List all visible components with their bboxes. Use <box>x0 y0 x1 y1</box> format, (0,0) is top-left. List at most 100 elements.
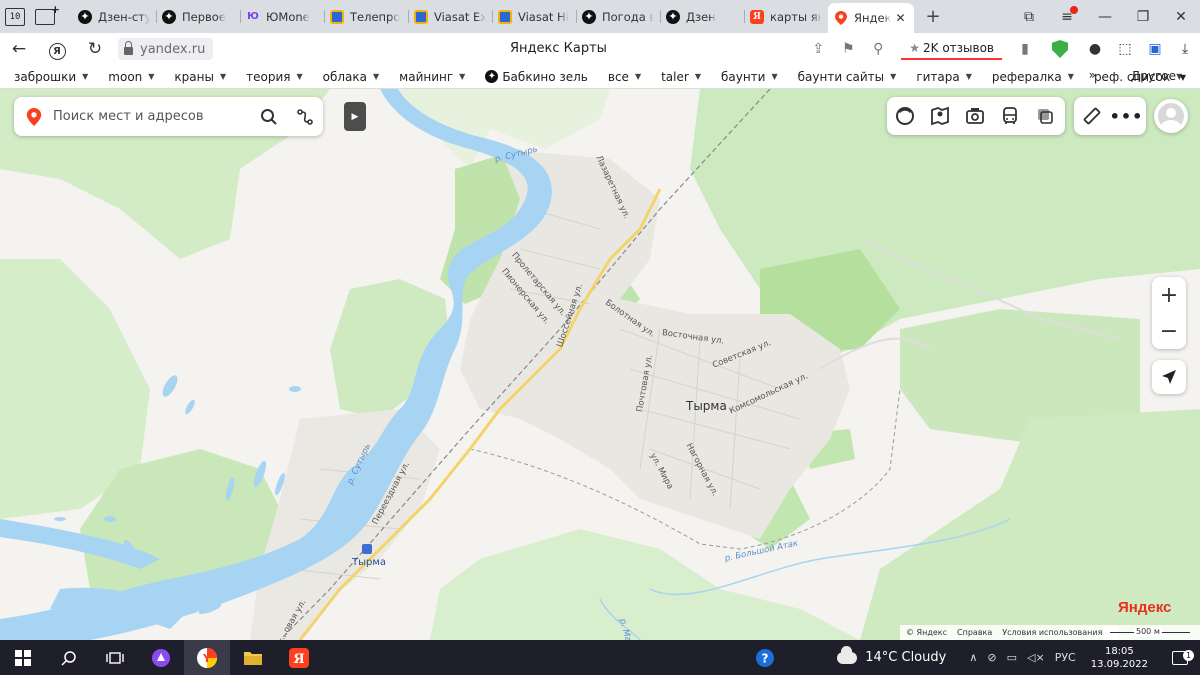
task-view-icon <box>106 651 124 664</box>
page-title: Яндекс Карты <box>510 41 607 56</box>
reviews-button[interactable]: ★ 2K отзывов <box>901 38 1002 60</box>
bookmark-folder[interactable]: облака ▼ <box>323 70 380 84</box>
route-icon[interactable] <box>287 97 323 136</box>
transport-button[interactable] <box>992 97 1027 135</box>
chevron-down-icon: ▼ <box>1067 72 1074 81</box>
share-icon[interactable]: ⇪ <box>803 41 833 57</box>
map-mode-icon <box>1037 109 1053 124</box>
menu-icon[interactable]: ≡ <box>1048 5 1086 25</box>
tab-dzen[interactable]: ✦ Дзен <box>660 4 744 29</box>
address-bar-actions: ⇪ ⚑ ⚲ ★ 2K отзывов ▮ ● ⬚ ▣ ⤓ <box>803 33 1200 65</box>
bookmark-folder[interactable]: taler ▼ <box>661 70 701 84</box>
start-button[interactable] <box>0 640 46 675</box>
yandex-logo[interactable]: Яндекс <box>1118 599 1171 616</box>
bookmark-folder[interactable]: теория ▼ <box>246 70 303 84</box>
chevron-up-icon[interactable]: ∧ <box>969 651 977 664</box>
bookmark-icon[interactable]: ▮ <box>1010 41 1040 57</box>
map-pin-icon <box>26 107 42 126</box>
panorama-button[interactable] <box>922 97 957 135</box>
tab-teleprogramma[interactable]: Телепро <box>324 4 408 29</box>
zoom-out-button[interactable]: − <box>1152 313 1186 349</box>
sidebar-toggle-button[interactable]: ▶ <box>344 102 366 131</box>
chevron-down-icon: ▼ <box>965 72 972 81</box>
terms-link[interactable]: Условия использования <box>1002 628 1102 637</box>
tab-pogoda[interactable]: ✦ Погода в <box>576 4 660 29</box>
new-tab-group-button[interactable] <box>30 0 60 33</box>
star-icon: ★ <box>909 41 920 55</box>
bookmark-folder[interactable]: майнинг ▼ <box>399 70 465 84</box>
close-window-button[interactable]: ✕ <box>1162 9 1200 25</box>
help-link[interactable]: Справка <box>957 628 992 637</box>
network-icon[interactable]: ⊘ <box>987 651 996 664</box>
tv-icon <box>330 9 344 24</box>
other-bookmarks[interactable]: Другое ▼ <box>1131 69 1186 83</box>
extension-balls-icon[interactable]: ● <box>1080 41 1110 57</box>
reload-button[interactable]: ↻ <box>76 39 114 59</box>
search-box[interactable]: Поиск мест и адресов <box>14 97 323 136</box>
bookmark-folder[interactable]: гитара ▼ <box>916 70 972 84</box>
location-icon[interactable]: ⚲ <box>863 41 893 57</box>
search-icon[interactable] <box>251 97 287 136</box>
bookmark-folder[interactable]: все ▼ <box>608 70 641 84</box>
volume-icon[interactable]: ◁× <box>1027 651 1045 664</box>
tab-karty-yandex[interactable]: Якарты ян <box>744 4 828 29</box>
tab-yoomoney[interactable]: Ю ЮMone <box>240 4 324 29</box>
new-tab-button[interactable]: + <box>920 6 946 27</box>
zoom-in-button[interactable]: + <box>1152 277 1186 313</box>
protect-icon[interactable]: ⚑ <box>833 41 863 57</box>
bookmark-link[interactable]: ✦ Бабкино зель <box>485 70 588 84</box>
chevron-down-icon: ▼ <box>219 72 227 81</box>
bookmark-folder[interactable]: moon ▼ <box>108 70 154 84</box>
more-button[interactable]: ••• <box>1109 97 1144 135</box>
clock[interactable]: 18:05 13.09.2022 <box>1091 645 1148 671</box>
minimize-button[interactable]: — <box>1086 9 1124 25</box>
svg-text:Y: Y <box>202 652 212 665</box>
tab-viasat-explore[interactable]: Viasat Ex <box>408 4 492 29</box>
dzen-icon: ✦ <box>78 9 92 24</box>
close-tab-icon[interactable]: ✕ <box>895 11 905 25</box>
tab-dzen-studio[interactable]: ✦ Дзен-сту <box>72 4 156 29</box>
tab-yandex-maps-active[interactable]: Яндек ✕ <box>828 3 914 33</box>
map-mode-button[interactable] <box>1027 97 1062 135</box>
yandex-home-button[interactable]: Я <box>38 39 76 60</box>
alice-button[interactable] <box>138 640 184 675</box>
map-canvas[interactable]: Лазаретная ул. Пролетарская ул. Пионерск… <box>0 89 1200 640</box>
restore-button[interactable]: ❐ <box>1124 9 1162 25</box>
extension-icon[interactable]: ⬚ <box>1110 41 1140 57</box>
tab-pervoe[interactable]: ✦ Первое <box>156 4 240 29</box>
bookmark-folder[interactable]: краны ▼ <box>174 70 226 84</box>
user-avatar[interactable] <box>1154 99 1188 133</box>
back-button[interactable]: ← <box>0 39 38 59</box>
bookmark-folder[interactable]: баунти сайты ▼ <box>798 70 897 84</box>
bookmark-folder[interactable]: рефералка ▼ <box>992 70 1074 84</box>
folder-icon <box>244 651 262 665</box>
file-explorer-button[interactable] <box>230 640 276 675</box>
weather-widget[interactable]: 14°C Cloudy <box>837 645 946 665</box>
extension-screen-icon[interactable]: ▣ <box>1140 41 1170 57</box>
layers-button[interactable] <box>887 97 922 135</box>
yandex-app-button[interactable]: Я <box>276 640 322 675</box>
url-field[interactable]: yandex.ru <box>118 38 214 60</box>
search-input[interactable]: Поиск мест и адресов <box>53 109 251 124</box>
help-tray-icon[interactable]: ? <box>747 640 783 675</box>
tab-manager-button[interactable]: 10 <box>0 0 30 33</box>
my-location-button[interactable] <box>1152 360 1186 394</box>
more-bookmarks-icon[interactable]: » <box>1089 68 1096 82</box>
yandex-icon: Я <box>750 9 764 24</box>
photos-button[interactable] <box>957 97 992 135</box>
tab-viasat-history[interactable]: Viasat Hi <box>492 4 576 29</box>
downloads-icon[interactable]: ⤓ <box>1170 41 1200 57</box>
battery-icon[interactable]: ▭ <box>1007 651 1017 664</box>
yandex-browser-taskbar[interactable]: Y <box>184 640 230 675</box>
task-view-button[interactable] <box>92 640 138 675</box>
map-scale: 500 м <box>1104 625 1200 640</box>
ruler-button[interactable] <box>1074 97 1109 135</box>
windows-icon <box>15 649 31 666</box>
protect-shield-icon[interactable] <box>1052 40 1068 58</box>
language-indicator[interactable]: РУС <box>1055 651 1076 664</box>
collections-icon[interactable]: ⧉ <box>1010 9 1048 25</box>
bookmark-folder[interactable]: баунти ▼ <box>721 70 778 84</box>
bookmark-folder[interactable]: заброшки ▼ <box>14 70 88 84</box>
search-taskbar-button[interactable] <box>46 640 92 675</box>
notification-center-button[interactable]: 1 <box>1160 649 1200 665</box>
